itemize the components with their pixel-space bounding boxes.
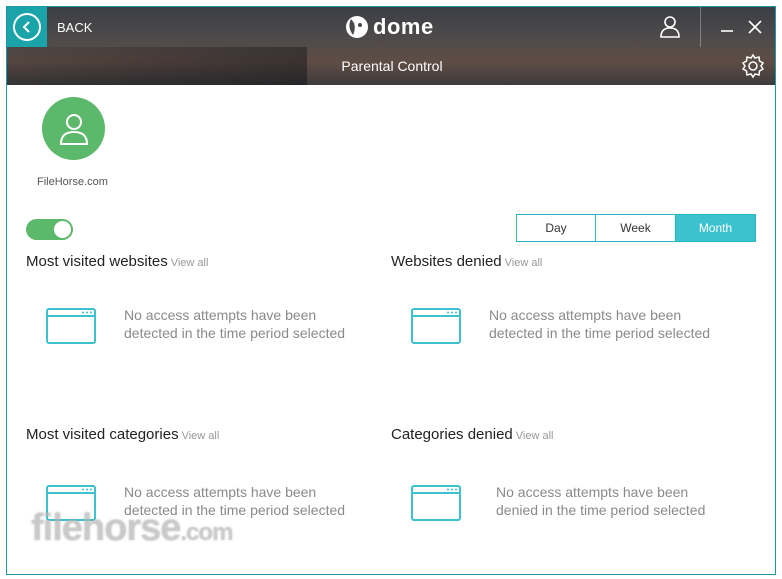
tab-month[interactable]: Month [676, 214, 756, 242]
section-title: Websites denied [391, 253, 502, 270]
parental-control-toggle[interactable] [26, 219, 73, 240]
settings-gear-icon[interactable] [740, 53, 766, 84]
browser-window-icon [411, 485, 461, 521]
header-divider [700, 7, 701, 47]
section-title: Categories denied [391, 426, 513, 443]
empty-state: No access attempts have been detected in… [46, 306, 374, 344]
watermark-text: filehorse [31, 507, 181, 549]
section-title: Most visited websites [26, 253, 168, 270]
title-bar: Parental Control [7, 47, 775, 85]
close-button[interactable] [745, 17, 765, 37]
most-visited-categories-section: Most visited categories View all No acces… [26, 426, 386, 521]
view-all-link[interactable]: View all [516, 430, 554, 442]
filehorse-watermark: filehorse.com [31, 507, 233, 550]
empty-message: No access attempts have been denied in t… [496, 483, 746, 519]
empty-message: No access attempts have been detected in… [124, 306, 374, 342]
empty-message-line2: denied in the time period selected [496, 502, 706, 518]
back-label[interactable]: BACK [57, 20, 92, 35]
page-title: Parental Control [341, 58, 443, 74]
view-all-link[interactable]: View all [171, 257, 209, 269]
app-header: BACK dome Parental Control [7, 7, 775, 85]
empty-message-line1: No access attempts have been [489, 307, 682, 323]
user-icon [59, 113, 88, 145]
profile-avatar[interactable] [42, 97, 105, 160]
period-tabs: Day Week Month [516, 214, 756, 242]
minimize-button[interactable] [717, 17, 737, 37]
tab-day[interactable]: Day [516, 214, 596, 242]
profile-name: FileHorse.com [37, 176, 108, 188]
view-all-link[interactable]: View all [182, 430, 220, 442]
app-window: BACK dome Parental Control FileHorse.com… [6, 6, 776, 575]
dome-logo: dome [345, 14, 434, 40]
empty-message-line2: detected in the time period selected [489, 325, 711, 341]
empty-state: No access attempts have been detected in… [411, 306, 739, 344]
panda-logo-icon [346, 16, 368, 38]
empty-message-line1: No access attempts have been [496, 484, 689, 500]
browser-window-icon [46, 308, 96, 344]
user-account-icon[interactable] [659, 15, 681, 44]
empty-message-line1: No access attempts have been [124, 484, 317, 500]
view-all-link[interactable]: View all [505, 257, 543, 269]
empty-message-line1: No access attempts have been [124, 307, 317, 323]
categories-denied-section: Categories denied View all No access atte… [391, 426, 751, 521]
most-visited-websites-section: Most visited websites View all No access … [26, 253, 386, 344]
logo-text: dome [373, 14, 434, 39]
back-button[interactable] [7, 7, 47, 47]
browser-window-icon [411, 308, 461, 344]
empty-state: No access attempts have been denied in t… [411, 483, 746, 521]
section-title: Most visited categories [26, 426, 179, 443]
back-arrow-icon [13, 13, 41, 41]
websites-denied-section: Websites denied View all No access attemp… [391, 253, 751, 344]
empty-message: No access attempts have been detected in… [489, 306, 739, 342]
toggle-knob [54, 221, 71, 238]
watermark-suffix: .com [180, 519, 233, 546]
tab-week[interactable]: Week [596, 214, 676, 242]
empty-message-line2: detected in the time period selected [124, 325, 346, 341]
